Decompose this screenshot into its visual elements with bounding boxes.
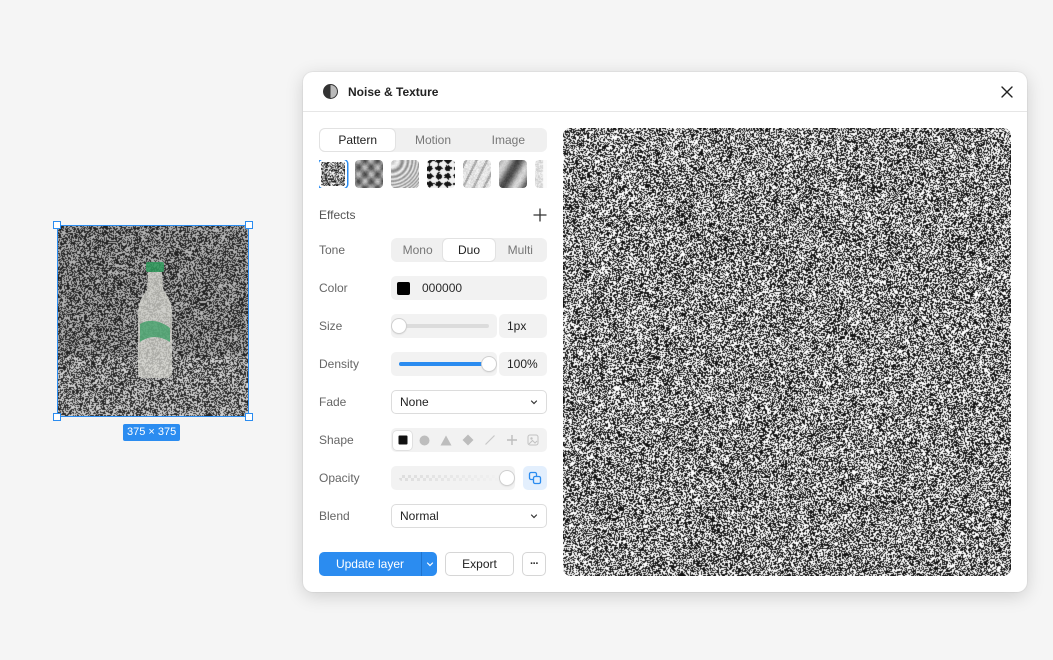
density-label: Density [319, 357, 360, 371]
opacity-slider-knob[interactable] [500, 471, 514, 485]
dialog-header: Noise & Texture [303, 72, 1027, 112]
preset-strip [319, 160, 547, 188]
size-slider-knob[interactable] [392, 319, 406, 333]
update-options-button[interactable] [421, 552, 437, 576]
tone-label: Tone [319, 243, 346, 257]
preset-cloud[interactable] [499, 160, 527, 188]
tone-multi[interactable]: Multi [495, 239, 546, 261]
chevron-down-icon [530, 514, 538, 519]
size-slider-track[interactable] [392, 319, 489, 333]
export-button[interactable]: Export [445, 552, 514, 576]
preset-speckle[interactable] [463, 160, 491, 188]
more-ellipsis-icon: ··· [530, 558, 539, 570]
color-swatch[interactable] [397, 281, 410, 295]
density-slider-knob[interactable] [482, 357, 496, 371]
more-options-button[interactable]: ··· [522, 552, 546, 576]
settings-panel: Pattern Motion Image Effects Tone Mono D… [319, 128, 547, 528]
color-hex-value[interactable]: 000000 [422, 281, 462, 295]
blend-select[interactable]: Normal [391, 504, 547, 528]
shape-diamond-icon[interactable] [458, 431, 477, 450]
effects-label: Effects [319, 208, 356, 222]
chevron-down-icon [530, 400, 538, 405]
tone-selector: Mono Duo Multi [391, 238, 547, 262]
tab-image[interactable]: Image [471, 129, 546, 151]
density-row: Density 100% [319, 352, 547, 376]
preset-blotch[interactable] [427, 160, 455, 188]
resize-handle-top-left[interactable] [53, 221, 61, 229]
plugin-logo-icon [323, 84, 338, 99]
density-value-field[interactable]: 100% [499, 352, 547, 376]
density-slider[interactable] [391, 352, 497, 376]
density-slider-fill [399, 362, 489, 366]
size-row: Size 1px [319, 314, 547, 338]
tone-row: Tone Mono Duo Multi [319, 238, 547, 262]
shape-selector [391, 428, 547, 452]
shape-triangle-icon[interactable] [437, 431, 456, 450]
blend-row: Blend Normal [319, 504, 547, 528]
size-value-field[interactable]: 1px [499, 314, 547, 338]
size-control: 1px [391, 314, 547, 338]
shape-square-icon[interactable] [393, 430, 412, 450]
add-effect-plus-icon[interactable] [533, 208, 547, 222]
selection-size-badge: 375 × 375 [123, 424, 181, 441]
shape-circle-icon[interactable] [415, 431, 434, 450]
opacity-control [391, 466, 547, 490]
fade-label: Fade [319, 395, 347, 409]
size-label: Size [319, 319, 343, 333]
blend-label: Blend [319, 509, 350, 523]
tone-mono[interactable]: Mono [392, 239, 443, 261]
color-row: Color 000000 [319, 276, 547, 300]
shape-plus-icon[interactable] [502, 431, 521, 450]
resize-handle-bottom-right[interactable] [245, 413, 253, 421]
tab-motion[interactable]: Motion [395, 129, 470, 151]
update-layer-split-button: Update layer [319, 552, 437, 576]
selected-layer-image[interactable] [57, 225, 249, 417]
fade-select[interactable]: None [391, 390, 547, 414]
opacity-label: Opacity [319, 471, 360, 485]
tab-pattern[interactable]: Pattern [320, 129, 396, 151]
noise-texture-dialog: Noise & Texture Pattern Motion Image Eff… [303, 72, 1027, 592]
opacity-slider[interactable] [391, 466, 515, 490]
color-label: Color [319, 281, 348, 295]
tone-duo[interactable]: Duo [443, 239, 495, 261]
fade-row: Fade None [319, 390, 547, 414]
noise-preview [563, 128, 1011, 576]
shape-label: Shape [319, 433, 354, 447]
shape-row: Shape [319, 428, 547, 452]
link-copy-icon [528, 471, 542, 485]
resize-handle-bottom-left[interactable] [53, 413, 61, 421]
preset-swirl[interactable] [391, 160, 419, 188]
shape-image-icon[interactable] [524, 431, 543, 450]
dialog-footer: Update layer Export ··· [319, 552, 546, 576]
blend-select-value: Normal [400, 509, 439, 523]
fade-select-value: None [400, 395, 429, 409]
resize-handle-top-right[interactable] [245, 221, 253, 229]
size-slider[interactable] [391, 314, 497, 338]
color-field[interactable]: 000000 [391, 276, 547, 300]
preset-fine-grain[interactable] [319, 160, 347, 188]
link-opacity-button[interactable] [523, 466, 547, 490]
effects-header: Effects [319, 206, 547, 224]
density-slider-track[interactable] [399, 357, 496, 371]
density-control: 100% [391, 352, 547, 376]
dialog-title: Noise & Texture [348, 84, 439, 99]
shape-line-icon[interactable] [480, 431, 499, 450]
mode-tabs: Pattern Motion Image [319, 128, 547, 152]
chevron-down-icon [426, 562, 433, 567]
close-icon[interactable] [999, 84, 1015, 100]
update-layer-button[interactable]: Update layer [319, 552, 421, 576]
preset-partial[interactable] [535, 160, 547, 188]
opacity-row: Opacity [319, 466, 547, 490]
preset-soft-blur[interactable] [355, 160, 383, 188]
opacity-slider-track[interactable] [399, 471, 514, 485]
bottle-image [138, 262, 172, 378]
noise-preview-canvas [563, 128, 1011, 576]
